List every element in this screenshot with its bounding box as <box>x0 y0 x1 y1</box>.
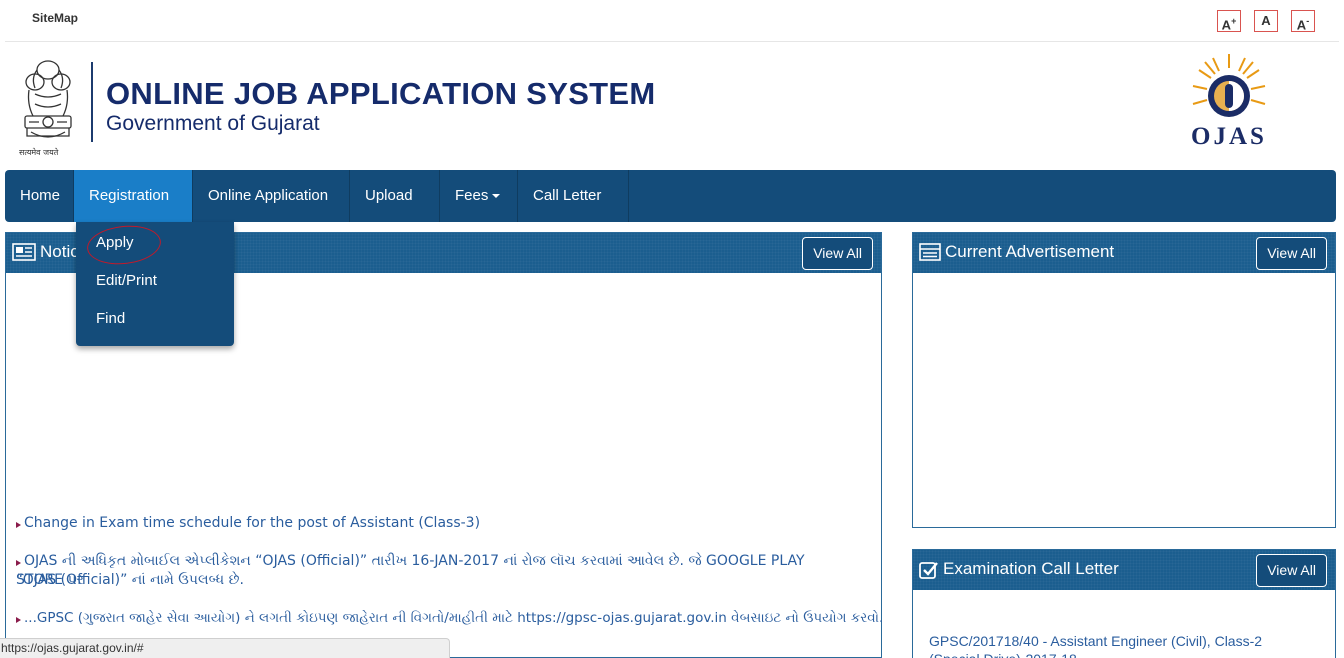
emblem-caption: सत्यमेव जयते <box>19 148 59 157</box>
ashoka-emblem-icon <box>24 60 72 138</box>
browser-status-bar: https://ojas.gujarat.gov.in/# <box>0 638 450 658</box>
page: SiteMap A+ A A- सत्यमेव जयते ONLINE JOB … <box>0 0 1344 658</box>
advertisement-view-all-button[interactable]: View All <box>1256 237 1327 270</box>
newspaper-icon <box>12 243 36 261</box>
font-decrease-button[interactable]: A- <box>1291 10 1315 32</box>
call-letter-entry[interactable]: GPSC/201718/40 - Assistant Engineer (Civ… <box>929 632 1309 658</box>
font-increase-label: A <box>1221 17 1232 33</box>
font-decrease-sup: - <box>1306 16 1310 26</box>
nav-online-application-label: Online Application <box>208 187 329 204</box>
call-letter-panel-title: Examination Call Letter <box>943 559 1119 578</box>
site-title: ONLINE JOB APPLICATION SYSTEM <box>106 76 656 111</box>
main-navbar: Home Registration Online Application Upl… <box>5 170 1336 251</box>
notice-item-continued[interactable]: “OJAS (Official)” નાં નામે ઉપલબ્ધ છે. <box>16 571 244 590</box>
nav-online-application[interactable]: Online Application <box>193 170 350 251</box>
call-letter-view-all-button[interactable]: View All <box>1256 554 1327 587</box>
nav-registration-label: Registration <box>89 187 170 204</box>
site-subtitle: Government of Gujarat <box>106 112 320 135</box>
advertisement-panel-header: Current Advertisement View All <box>913 233 1335 273</box>
nav-home[interactable]: Home <box>5 170 74 222</box>
notice-panel-title: Notic <box>40 242 79 261</box>
nav-fees[interactable]: Fees <box>440 170 518 222</box>
bullet-icon <box>16 522 21 528</box>
ojas-sun-icon[interactable]: OJAS <box>1183 52 1273 152</box>
nav-call-letter-label: Call Letter <box>533 187 602 204</box>
notice-item[interactable]: ...GPSC (ગુજરાત જાહેર સેવા આયોગ) ને લગતી… <box>16 609 883 628</box>
call-letter-panel-header: Examination Call Letter View All <box>913 550 1335 590</box>
top-bar: SiteMap A+ A A- <box>5 0 1339 42</box>
advertisement-panel: Current Advertisement View All <box>912 232 1336 528</box>
nav-upload[interactable]: Upload <box>350 170 440 251</box>
font-normal-button[interactable]: A <box>1254 10 1278 32</box>
ojas-logo-text: OJAS <box>1191 123 1267 150</box>
list-icon <box>919 243 941 261</box>
menu-item-edit-print[interactable]: Edit/Print <box>96 272 157 289</box>
nav-call-letter[interactable]: Call Letter <box>518 170 629 251</box>
sitemap-link[interactable]: SiteMap <box>32 11 78 25</box>
checkbox-icon <box>919 562 938 579</box>
notice-text-1: Change in Exam time schedule for the pos… <box>24 515 481 531</box>
notice-text-2b: “OJAS (Official)” નાં નામે ઉપલબ્ધ છે. <box>16 572 244 588</box>
font-increase-button[interactable]: A+ <box>1217 10 1241 32</box>
nav-home-label: Home <box>20 187 61 204</box>
site-header: सत्यमेव जयते ONLINE JOB APPLICATION SYST… <box>5 42 1339 170</box>
font-normal-label: A <box>1261 13 1271 28</box>
notice-view-all-button[interactable]: View All <box>802 237 873 270</box>
menu-item-find[interactable]: Find <box>96 310 125 327</box>
notice-item[interactable]: Change in Exam time schedule for the pos… <box>16 514 480 533</box>
advertisement-panel-title: Current Advertisement <box>945 242 1115 261</box>
nav-fees-label: Fees <box>455 187 489 204</box>
chevron-down-icon <box>492 194 501 199</box>
notice-text-3: ...GPSC (ગુજરાત જાહેર સેવા આયોગ) ને લગતી… <box>24 610 884 626</box>
bullet-icon <box>16 560 21 566</box>
font-increase-sup: + <box>1231 16 1237 26</box>
font-decrease-label: A <box>1296 17 1307 33</box>
bullet-icon <box>16 617 21 623</box>
nav-registration[interactable]: Registration <box>74 170 193 251</box>
call-letter-panel: Examination Call Letter View All GPSC/20… <box>912 549 1336 658</box>
nav-upload-label: Upload <box>365 187 413 204</box>
header-divider <box>91 62 93 142</box>
